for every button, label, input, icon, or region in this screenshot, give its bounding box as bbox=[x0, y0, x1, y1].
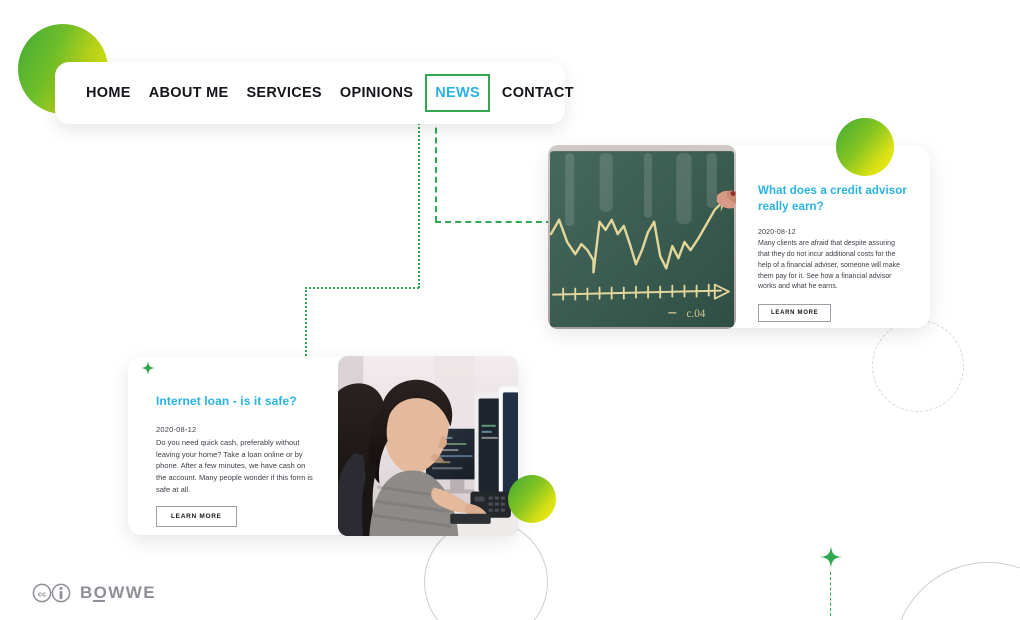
nav-item-news[interactable]: NEWS bbox=[425, 74, 490, 112]
nav-item-home[interactable]: HOME bbox=[77, 79, 140, 107]
svg-text:c.04: c.04 bbox=[686, 308, 705, 320]
sparkle-trail-line bbox=[830, 572, 831, 616]
news-card-date: 2020-08-12 bbox=[156, 425, 197, 435]
chalkboard-illustration: c.04 bbox=[548, 145, 736, 329]
nav-item-services[interactable]: SERVICES bbox=[237, 79, 330, 107]
connector-dashed-vertical bbox=[435, 108, 437, 222]
office-workers-illustration bbox=[338, 356, 518, 536]
footer-attribution: cc BOWWE bbox=[32, 583, 156, 603]
news-card-image-chalkboard: c.04 bbox=[548, 145, 736, 329]
nav-list: HOME ABOUT ME SERVICES OPINIONS NEWS CON… bbox=[77, 74, 583, 112]
news-card-credit-advisor[interactable]: c.04 What does a credit advisor really e… bbox=[548, 145, 930, 329]
nav-item-opinions[interactable]: OPINIONS bbox=[331, 79, 422, 107]
news-card-excerpt: Do you need quick cash, preferably witho… bbox=[156, 438, 313, 494]
news-card-body: Internet loan - is it safe? 2020-08-12 D… bbox=[128, 357, 338, 535]
connector-dotted-vertical-upper bbox=[418, 108, 420, 288]
news-card-date: 2020-08-12 bbox=[758, 229, 796, 237]
nav-item-about-me[interactable]: ABOUT ME bbox=[140, 79, 238, 107]
news-card-image-office bbox=[338, 356, 518, 536]
brand-wordmark: BOWWE bbox=[80, 583, 156, 602]
outline-circle-decoration-corner bbox=[893, 562, 1020, 620]
sparkle-star-icon-bottom bbox=[820, 546, 842, 568]
connector-dotted-horizontal bbox=[305, 287, 419, 289]
svg-text:cc: cc bbox=[38, 589, 46, 598]
license-badges: cc bbox=[32, 583, 72, 603]
learn-more-button[interactable]: LEARN MORE bbox=[758, 304, 832, 323]
news-card-body: What does a credit advisor really earn? … bbox=[736, 146, 930, 328]
dashed-circle-decoration bbox=[872, 320, 964, 412]
learn-more-button[interactable]: LEARN MORE bbox=[156, 506, 237, 528]
page-canvas: HOME ABOUT ME SERVICES OPINIONS NEWS CON… bbox=[0, 0, 1020, 620]
news-card-excerpt: Many clients are afraid that despite ass… bbox=[758, 240, 901, 291]
creative-commons-icon: cc bbox=[32, 583, 71, 603]
main-navigation-bar: HOME ABOUT ME SERVICES OPINIONS NEWS CON… bbox=[55, 62, 574, 124]
nav-item-contact[interactable]: CONTACT bbox=[493, 79, 583, 107]
connector-dotted-vertical-lower bbox=[305, 287, 307, 359]
news-card-title: Internet loan - is it safe? bbox=[156, 394, 297, 408]
news-card-title: What does a credit advisor really earn? bbox=[758, 185, 907, 213]
connector-dashed-horizontal bbox=[435, 221, 552, 223]
news-card-internet-loan[interactable]: Internet loan - is it safe? 2020-08-12 D… bbox=[128, 356, 518, 536]
